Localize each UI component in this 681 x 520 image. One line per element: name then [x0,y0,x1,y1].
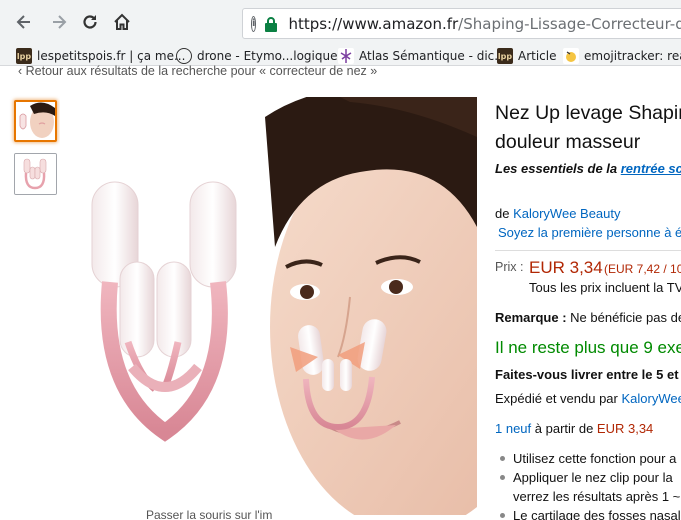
bookmark-atlas[interactable]: Atlas Sémantique - dic... [338,47,506,65]
back-to-results-link[interactable]: ‹ Retour aux résultats de la recherche p… [18,64,377,78]
feature-bullets: Utilisez cette fonction pour a Appliquer… [500,449,681,520]
product-title: Nez Up levage Shaping douleur masseur [495,99,681,157]
arrow-left-icon [16,15,30,29]
lespetitspois-favicon: lpp [16,48,32,64]
thumbnail-face-image [16,102,55,140]
info-icon[interactable]: i [251,15,257,32]
bookmark-label: Atlas Sémantique - dic... [359,49,506,63]
bookmark-drone[interactable]: drone - Etymo...logique! [176,47,342,65]
arrow-right-icon [53,15,67,29]
product-title-line-1: Nez Up levage Shaping [495,102,681,124]
reload-icon [83,15,97,29]
first-review-link[interactable]: Soyez la première personne à é [498,225,681,240]
tax-note: Tous les prix incluent la TV [529,280,681,295]
bookmark-label: emojitracker: realti [584,49,681,63]
brand-prefix: de [495,206,514,221]
thumbnail-1[interactable] [14,100,57,142]
url-host: https://www.amazon.fr [288,14,459,33]
price-value: EUR 3,34 [529,258,603,277]
seller-link[interactable]: KaloryWee [621,391,681,406]
main-product-image[interactable] [60,97,477,515]
forward-button[interactable] [45,8,73,36]
remark-text: Ne bénéficie pas de [566,310,681,325]
new-offers-price: EUR 3,34 [596,421,654,436]
bookmark-lespetitspois[interactable]: lpp lespetitspois.fr | ça me... [16,47,185,65]
nose-clip-product [91,181,237,442]
emojitracker-favicon [563,48,579,64]
bookmark-emojitracker[interactable]: emojitracker: realti [563,47,681,65]
thumbnail-product-image [15,154,56,194]
address-bar[interactable]: i https://www.amazon.fr/Shaping-Lissage-… [242,8,681,39]
remark-line: Remarque : Ne bénéficie pas de [495,310,681,325]
list-item-continued: verrez les résultats après 1 ~ [513,489,681,504]
thumbnail-2[interactable] [14,153,57,195]
shipped-by: Expédié et vendu par KaloryWee [495,391,681,406]
bookmark-label: Article [518,49,557,63]
image-zoom-caption: Passer la souris sur l'im [146,508,273,520]
bookmark-article[interactable]: lpp Article [497,47,557,65]
model-face [265,97,477,515]
lock-icon [264,16,278,32]
bookmarks-bar: lpp lespetitspois.fr | ça me... drone - … [0,46,681,66]
globe-icon [176,48,192,64]
home-icon [114,13,130,30]
shipped-prefix: Expédié et vendu par [495,391,622,406]
url-text: https://www.amazon.fr/Shaping-Lissage-Co… [288,15,681,33]
brand-link[interactable]: KaloryWee Beauty [513,206,620,221]
url-path: /Shaping-Lissage-Correcteur-douleur-ma [458,14,681,33]
delivery-estimate: Faites-vous livrer entre le 5 et l [495,367,681,382]
browser-toolbar: i https://www.amazon.fr/Shaping-Lissage-… [0,0,681,46]
bookmark-label: drone - Etymo...logique! [197,49,343,63]
list-item: verrez les résultats après 1 ~ [500,487,681,506]
new-offers-link[interactable]: 1 neuf [495,421,531,436]
reload-button[interactable] [76,8,104,36]
home-button[interactable] [108,8,136,36]
new-offers: 1 neuf à partir de EUR 3,34 [495,421,653,436]
bookmark-label: lespetitspois.fr | ça me... [37,49,186,63]
brand-line: de KaloryWee Beauty [495,206,621,221]
price-per-unit: (EUR 7,42 / 10 [604,262,681,276]
promo-link[interactable]: rentrée scol [621,161,681,176]
stock-status: Il ne reste plus que 9 exe [495,338,681,357]
back-button[interactable] [10,8,38,36]
price-label: Prix : [495,260,524,274]
list-item: Utilisez cette fonction pour a [500,449,681,468]
list-item: Appliquer le nez clip pour la [500,468,681,487]
divider [495,250,681,251]
remark-label: Remarque : [495,310,567,325]
promo-prefix: Les essentiels de la [495,161,621,176]
article-favicon: lpp [497,48,513,64]
promo-text: Les essentiels de la rentrée scol [495,161,681,176]
atlas-favicon [338,48,354,64]
list-item: Le cartilage des fosses nasale [500,506,681,520]
new-offers-text: à partir de [531,421,597,436]
product-title-line-2: douleur masseur [495,131,641,153]
